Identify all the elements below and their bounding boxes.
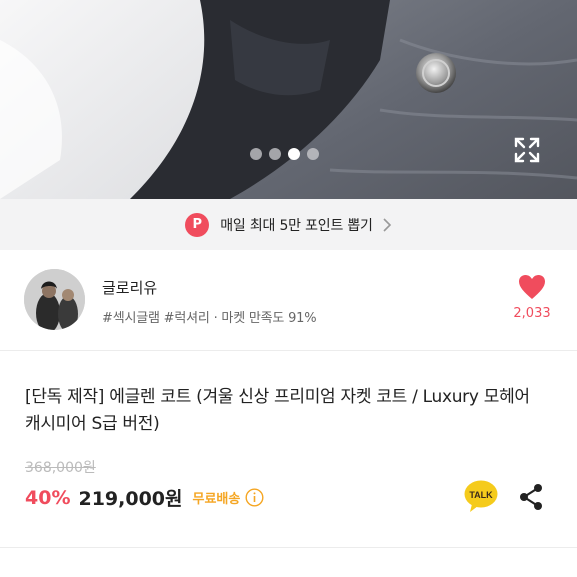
svg-text:TALK: TALK [469, 490, 493, 500]
product-image-carousel[interactable] [0, 0, 577, 199]
carousel-dot[interactable] [250, 148, 262, 160]
seller-name[interactable]: 글로리유 [102, 277, 157, 298]
points-promo-banner[interactable]: P 매일 최대 5만 포인트 뽑기 [0, 199, 577, 250]
points-badge-icon: P [185, 212, 210, 237]
heart-icon [519, 275, 545, 299]
product-info: [단독 제작] 에글렌 코트 (겨울 신상 프리미엄 자켓 코트 / Luxur… [0, 352, 577, 548]
carousel-dot-active[interactable] [288, 148, 300, 160]
sale-price: 219,000원 [78, 488, 183, 510]
kakao-talk-icon[interactable]: TALK [464, 480, 498, 513]
product-photo [0, 0, 577, 199]
info-icon[interactable] [245, 488, 264, 507]
free-shipping-label: 무료배송 [192, 492, 241, 507]
seller-section: 글로리유 #섹시글램 #럭셔리 · 마켓 만족도 91% 2,033 [0, 250, 577, 351]
price-row: 40% 219,000원 무료배송 [25, 484, 264, 511]
original-price: 368,000원 [25, 460, 96, 476]
carousel-dot[interactable] [269, 148, 281, 160]
promo-text: 매일 최대 5만 포인트 뽑기 [220, 217, 373, 234]
seller-avatar[interactable] [24, 269, 85, 330]
discount-rate: 40% [25, 486, 71, 509]
like-button[interactable]: 2,033 [508, 274, 556, 321]
expand-icon[interactable] [513, 136, 541, 164]
seller-tags: #섹시글램 #럭셔리 · 마켓 만족도 91% [102, 311, 317, 326]
like-count: 2,033 [513, 306, 551, 321]
share-icon[interactable] [518, 483, 544, 511]
carousel-indicator [250, 148, 319, 160]
product-title: [단독 제작] 에글렌 코트 (겨울 신상 프리미엄 자켓 코트 / Luxur… [25, 387, 530, 434]
carousel-dot[interactable] [307, 148, 319, 160]
chevron-right-icon [383, 217, 391, 232]
